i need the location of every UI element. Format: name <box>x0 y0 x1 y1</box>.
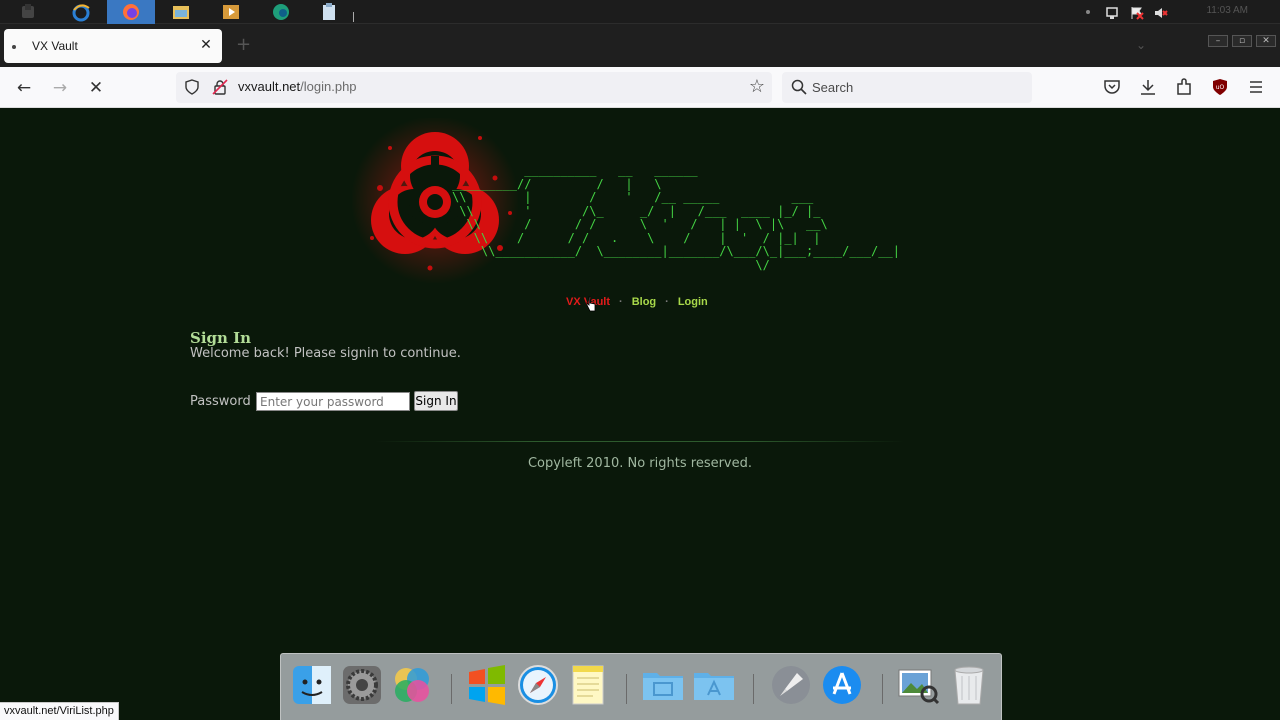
taskbar-separator <box>353 12 354 22</box>
file-explorer-icon[interactable] <box>171 2 191 22</box>
os-taskbar: 11:03 AM <box>0 0 1280 24</box>
flag-icon[interactable] <box>1130 5 1144 20</box>
dock-separator <box>626 674 627 704</box>
search-bar[interactable]: Search <box>782 72 1032 103</box>
link-status-bar: vxvault.net/ViriList.php <box>0 702 119 720</box>
internet-explorer-icon[interactable] <box>71 2 91 22</box>
new-tab-icon[interactable]: + <box>236 36 251 54</box>
system-tray: 11:03 AM <box>1080 0 1280 24</box>
copyright-footer: Copyleft 2010. No rights reserved. <box>527 456 753 471</box>
tab-close-icon[interactable]: ✕ <box>198 37 214 53</box>
preview-icon[interactable] <box>895 662 941 708</box>
tab-vx-vault[interactable]: VX Vault ✕ <box>4 29 222 63</box>
search-icon <box>791 79 807 95</box>
dock-separator <box>882 674 883 704</box>
menu-link-login[interactable]: Login <box>678 296 708 308</box>
signin-subtitle: Welcome back! Please signin to continue. <box>190 346 461 361</box>
browser-nav-bar: ← → ✕ vxvault.net/login.php ☆ Search uO <box>0 67 1280 108</box>
launchpad-icon[interactable] <box>768 662 814 708</box>
menu-separator: · <box>619 296 623 308</box>
url-text[interactable]: vxvault.net/login.php <box>238 79 357 94</box>
tray-overflow-icon[interactable] <box>1086 10 1090 14</box>
firefox-icon[interactable] <box>121 2 141 22</box>
vx-ascii-art-logo: __________ __ ______ _________// / | \ \… <box>452 163 900 272</box>
folder-icon[interactable] <box>640 662 686 708</box>
dock <box>280 653 1002 720</box>
dock-separator <box>753 674 754 704</box>
safari-icon[interactable] <box>515 662 561 708</box>
dock-separator <box>451 674 452 704</box>
url-bar[interactable]: vxvault.net/login.php ☆ <box>176 72 772 103</box>
ublock-origin-icon[interactable]: uO <box>1210 77 1230 97</box>
password-field[interactable] <box>256 392 410 411</box>
url-domain: vxvault.net <box>238 79 301 94</box>
finder-icon[interactable] <box>289 662 335 708</box>
svg-text:uO: uO <box>1216 84 1225 91</box>
forward-arrow-icon[interactable]: → <box>49 77 71 99</box>
bookmark-star-icon[interactable]: ☆ <box>749 76 765 97</box>
hamburger-menu-icon[interactable] <box>1246 77 1266 97</box>
minimize-window-button[interactable]: – <box>1208 35 1228 47</box>
media-player-icon[interactable] <box>221 2 241 22</box>
stop-loading-icon[interactable]: ✕ <box>85 77 107 99</box>
browser-tab-bar: VX Vault ✕ + ⌄ – ▫ ✕ <box>0 24 1280 67</box>
edge-icon[interactable] <box>271 2 291 22</box>
signin-button[interactable]: Sign In <box>414 391 458 411</box>
url-path: /login.php <box>300 79 357 94</box>
color-sync-icon[interactable] <box>389 662 435 708</box>
search-placeholder: Search <box>812 80 854 95</box>
taskbar-clock[interactable]: 11:03 AM <box>1206 5 1248 16</box>
insecure-lock-icon[interactable] <box>212 79 228 95</box>
close-window-button[interactable]: ✕ <box>1256 35 1276 47</box>
volume-muted-icon[interactable] <box>1154 5 1168 19</box>
menu-separator: · <box>665 296 669 308</box>
tab-loading-icon <box>12 45 16 49</box>
clipboard-icon[interactable] <box>319 2 339 22</box>
notes-icon[interactable] <box>565 662 611 708</box>
download-icon[interactable] <box>1138 77 1158 97</box>
tab-title: VX Vault <box>32 39 78 53</box>
hand-cursor-icon <box>586 296 596 312</box>
password-label: Password <box>190 394 251 409</box>
windows-icon[interactable] <box>464 662 510 708</box>
app-store-icon[interactable] <box>819 662 865 708</box>
signin-heading: Sign In <box>190 329 252 347</box>
network-icon[interactable] <box>1106 5 1120 19</box>
tab-list-chevron-icon[interactable]: ⌄ <box>1136 38 1146 52</box>
pocket-icon[interactable] <box>1102 77 1122 97</box>
page-content: __________ __ ______ _________// / | \ \… <box>0 108 1280 720</box>
trash-icon[interactable] <box>946 662 992 708</box>
footer-divider <box>375 441 905 442</box>
applications-folder-icon[interactable] <box>691 662 737 708</box>
extensions-icon[interactable] <box>1174 77 1194 97</box>
app-icon[interactable] <box>18 2 38 22</box>
back-arrow-icon[interactable]: ← <box>13 77 35 99</box>
shield-icon[interactable] <box>184 79 200 95</box>
system-preferences-icon[interactable] <box>339 662 385 708</box>
menu-link-blog[interactable]: Blog <box>632 296 656 308</box>
maximize-window-button[interactable]: ▫ <box>1232 35 1252 47</box>
